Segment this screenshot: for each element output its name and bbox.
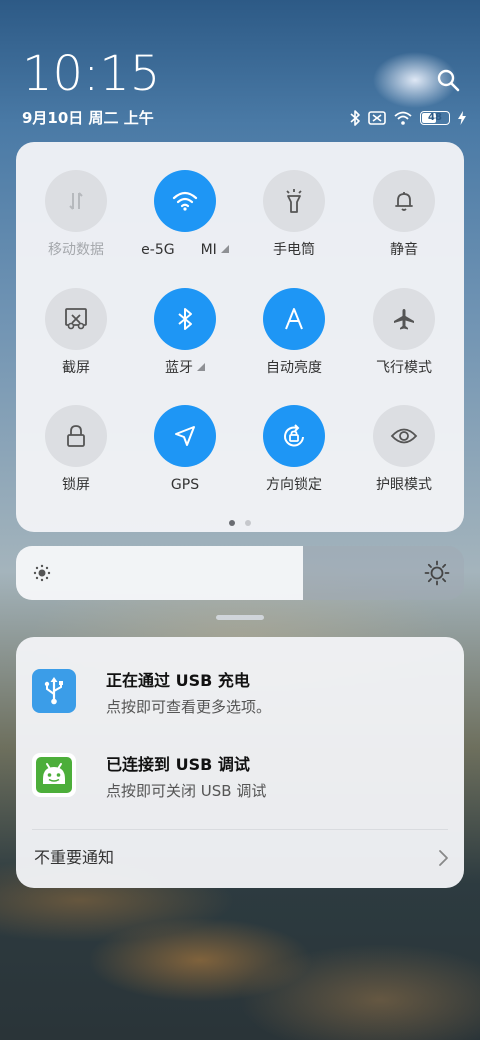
tile-gps-label: GPS xyxy=(170,477,200,493)
notification-subtitle: 点按即可查看更多选项。 xyxy=(106,698,272,716)
brightness-low-icon xyxy=(33,564,51,582)
notification-usb-charging[interactable]: 正在通过 USB 充电 点按即可查看更多选项。 xyxy=(32,669,452,719)
wifi-icon xyxy=(172,191,198,211)
tile-silent-toggle[interactable] xyxy=(373,170,435,232)
wifi-ssid-right: MI xyxy=(200,242,217,258)
status-icons: 48 xyxy=(350,108,466,128)
notification-subtitle: 点按即可关闭 USB 调试 xyxy=(106,782,267,800)
tile-lock-screen-label: 锁屏 xyxy=(62,477,90,493)
battery-level: 48 xyxy=(428,112,442,123)
tile-airplane-label: 飞行模式 xyxy=(376,360,432,376)
tile-rotation-lock-label: 方向锁定 xyxy=(266,477,322,493)
tile-bluetooth-toggle[interactable] xyxy=(154,288,216,350)
unimportant-notifications-label[interactable]: 不重要通知 xyxy=(34,847,114,869)
tile-screenshot-label: 截屏 xyxy=(62,360,90,376)
tile-gps[interactable]: GPS xyxy=(130,405,240,494)
eye-icon xyxy=(390,428,418,444)
expand-arrow-icon[interactable] xyxy=(197,363,205,371)
expand-arrow-icon[interactable] xyxy=(220,245,229,253)
tile-flashlight[interactable]: 手电筒 xyxy=(239,170,349,259)
brightness-slider-fill[interactable] xyxy=(16,546,303,600)
notification-icon-bg xyxy=(32,669,76,713)
auto-brightness-icon xyxy=(285,308,303,330)
tile-auto-brightness[interactable]: 自动亮度 xyxy=(239,288,349,377)
tile-screenshot[interactable]: 截屏 xyxy=(21,288,131,377)
tile-wifi-toggle[interactable] xyxy=(154,170,216,232)
tile-lock-screen-toggle[interactable] xyxy=(45,405,107,467)
usb-icon xyxy=(44,677,63,705)
tile-bluetooth-label: 蓝牙 xyxy=(130,359,240,377)
tile-eye-comfort-toggle[interactable] xyxy=(373,405,435,467)
location-icon xyxy=(175,426,195,446)
date: 9月10日 周二 上午 xyxy=(22,109,154,127)
tile-flashlight-toggle[interactable] xyxy=(263,170,325,232)
battery-icon: 48 xyxy=(420,111,450,125)
tile-silent[interactable]: 静音 xyxy=(349,170,459,259)
tile-eye-comfort-label: 护眼模式 xyxy=(376,477,432,493)
tile-mobile-data-label: 移动数据 xyxy=(48,242,104,258)
screenshot-icon xyxy=(65,308,87,330)
charging-icon xyxy=(458,111,466,125)
drag-handle[interactable] xyxy=(216,615,264,620)
bell-icon xyxy=(395,192,413,211)
no-sim-icon xyxy=(368,111,386,125)
brightness-high-icon xyxy=(424,560,450,586)
lock-icon xyxy=(67,425,85,447)
bluetooth-icon xyxy=(178,308,192,330)
notification-panel: 正在通过 USB 充电 点按即可查看更多选项。 已连接到 USB 调试 点按即可… xyxy=(16,637,464,888)
page-dot-2[interactable] xyxy=(245,520,251,526)
flashlight-icon xyxy=(286,189,302,213)
page-dot-1[interactable] xyxy=(229,520,235,526)
chevron-right-icon[interactable] xyxy=(436,849,450,867)
tile-auto-brightness-toggle[interactable] xyxy=(263,288,325,350)
clock: 10:15 xyxy=(22,46,161,102)
airplane-icon xyxy=(394,309,414,330)
tile-gps-toggle[interactable] xyxy=(154,405,216,467)
mobile-data-icon xyxy=(69,192,83,210)
tile-flashlight-label: 手电筒 xyxy=(273,242,315,258)
notification-usb-debugging[interactable]: 已连接到 USB 调试 点按即可关闭 USB 调试 xyxy=(32,753,452,803)
divider xyxy=(32,829,448,830)
page-indicator xyxy=(16,520,464,526)
tile-mobile-data[interactable]: 移动数据 xyxy=(21,170,131,259)
tile-silent-label: 静音 xyxy=(390,242,418,258)
tile-rotation-lock-toggle[interactable] xyxy=(263,405,325,467)
tile-wifi[interactable]: e-5G MI xyxy=(130,170,240,259)
android-icon xyxy=(36,757,72,793)
notification-title: 正在通过 USB 充电 xyxy=(106,671,250,690)
tile-wifi-label: e-5G MI xyxy=(130,241,240,259)
rotation-lock-icon xyxy=(284,424,304,447)
tile-eye-comfort[interactable]: 护眼模式 xyxy=(349,405,459,494)
tile-mobile-data-toggle[interactable] xyxy=(45,170,107,232)
notification-title: 已连接到 USB 调试 xyxy=(106,755,250,774)
tile-airplane[interactable]: 飞行模式 xyxy=(349,288,459,377)
notification-icon-bg xyxy=(32,753,76,797)
brightness-slider[interactable] xyxy=(16,546,464,600)
tile-screenshot-toggle[interactable] xyxy=(45,288,107,350)
tile-airplane-toggle[interactable] xyxy=(373,288,435,350)
tile-lock-screen[interactable]: 锁屏 xyxy=(21,405,131,494)
tile-rotation-lock[interactable]: 方向锁定 xyxy=(239,405,349,494)
wifi-ssid-left: e-5G xyxy=(141,242,175,258)
quick-settings-panel: 移动数据 e-5G MI 手电筒 静音 截屏 蓝牙 自动亮度 飞行模式 锁屏 G… xyxy=(16,142,464,532)
bluetooth-icon xyxy=(350,110,360,126)
tile-bluetooth-label-text: 蓝牙 xyxy=(165,360,193,376)
tile-bluetooth[interactable]: 蓝牙 xyxy=(130,288,240,377)
wifi-icon xyxy=(394,111,412,125)
tile-auto-brightness-label: 自动亮度 xyxy=(266,360,322,376)
search-icon[interactable] xyxy=(436,68,460,92)
